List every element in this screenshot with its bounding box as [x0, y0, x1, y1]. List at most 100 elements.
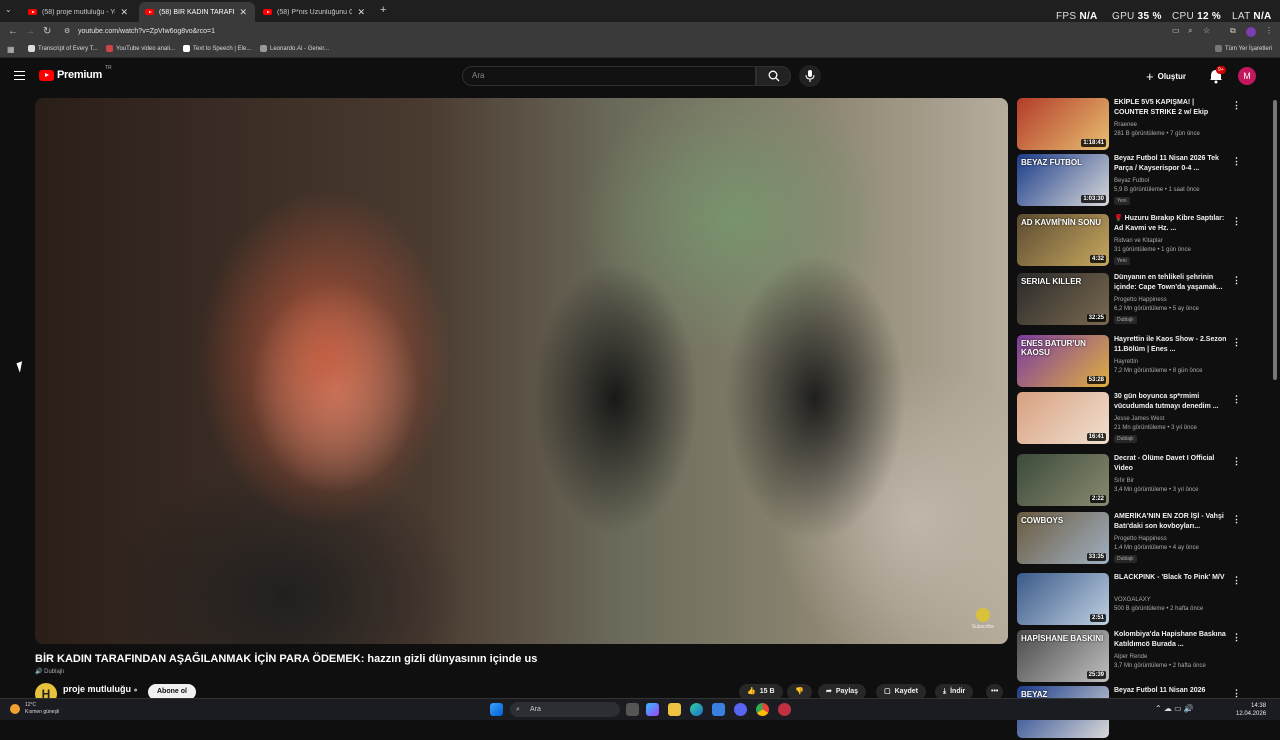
recommended-channel[interactable]: Rraenee: [1114, 122, 1137, 128]
all-bookmarks[interactable]: Tüm Yer İşaretleri: [1215, 45, 1272, 52]
task-view-icon[interactable]: [626, 703, 639, 716]
video-player[interactable]: Subscribe: [35, 98, 1008, 644]
channel-name[interactable]: proje mutluluğu ●: [63, 684, 138, 694]
taskbar-clock[interactable]: 14:38 12.04.2026: [1236, 702, 1266, 718]
store-icon[interactable]: [712, 703, 725, 716]
recommended-video[interactable]: 2:22 Decrat - Ölüme Davet I Official Vide…: [1017, 454, 1242, 508]
bookmark-item[interactable]: Text to Speech | Ele...: [183, 45, 251, 52]
video-thumbnail[interactable]: SERIAL KILLER 32:25: [1017, 273, 1109, 325]
recommended-title[interactable]: Beyaz Futbol 11 Nisan 2026: [1114, 686, 1228, 696]
recommended-channel[interactable]: Progetto Happiness: [1114, 536, 1167, 542]
browser-tab-1[interactable]: (58) proje mutluluğu - YouTube ✕: [22, 2, 136, 22]
recommended-channel[interactable]: Beyaz Futbol: [1114, 178, 1149, 184]
file-explorer-icon[interactable]: [668, 703, 681, 716]
extensions-icon[interactable]: ⧉: [1230, 26, 1236, 36]
weather-widget[interactable]: 12°C Kısmen güneşli: [10, 702, 59, 716]
bookmark-star-icon[interactable]: ☆: [1203, 26, 1210, 35]
more-options-icon[interactable]: ⋮: [1232, 275, 1241, 286]
subscribe-watermark[interactable]: Subscribe: [972, 608, 994, 630]
recommended-title[interactable]: Decrat - Ölüme Davet I Official Video: [1114, 454, 1228, 474]
voice-search-button[interactable]: [799, 65, 821, 87]
profile-icon[interactable]: [1246, 27, 1256, 37]
copilot-icon[interactable]: [646, 703, 659, 716]
browser-tab-2[interactable]: (58) BİR KADIN TARAFINDAN A ✕: [139, 2, 255, 22]
video-thumbnail[interactable]: 16:41: [1017, 392, 1109, 444]
more-options-icon[interactable]: ⋮: [1232, 100, 1241, 111]
more-options-icon[interactable]: ⋮: [1232, 337, 1241, 348]
more-options-icon[interactable]: ⋮: [1232, 156, 1241, 167]
recommended-title[interactable]: AMERİKA'NIN EN ZOR İŞİ - Vahşi Batı'daki…: [1114, 512, 1228, 532]
recommended-title[interactable]: Dünyanın en tehlikeli şehrinin içinde: C…: [1114, 273, 1228, 293]
recommended-video[interactable]: BEYAZ FUTBOL 1:03:30 Beyaz Futbol 11 Nisan…: [1017, 154, 1242, 208]
account-avatar[interactable]: M: [1238, 67, 1256, 85]
recommended-video[interactable]: 16:41 30 gün boyunca sp*rmimi vücudumda t…: [1017, 392, 1242, 446]
install-icon[interactable]: ▭: [1172, 26, 1180, 35]
taskbar-search[interactable]: ⌕ Ara: [510, 702, 620, 717]
close-tab-icon[interactable]: ✕: [239, 7, 247, 18]
create-button[interactable]: + Oluştur: [1146, 67, 1186, 85]
more-options-icon[interactable]: ⋮: [1232, 632, 1241, 643]
recommended-channel[interactable]: Progetto Happiness: [1114, 297, 1167, 303]
site-info-icon[interactable]: ⚙: [64, 25, 70, 39]
recommended-video[interactable]: HAPİSHANE BASKINI 25:39 Kolombiya'da Hapis…: [1017, 630, 1242, 684]
recommended-title[interactable]: Hayrettin ile Kaos Show - 2.Sezon 11.Böl…: [1114, 335, 1228, 355]
recommended-channel[interactable]: Sıfır Bir: [1114, 478, 1134, 484]
edge-icon[interactable]: [690, 703, 703, 716]
system-tray-icons[interactable]: ⌃ ☁ ▭ 🔊: [1155, 704, 1194, 713]
recommended-title[interactable]: 🌹 Huzuru Bırakıp Kibre Saptılar: Ad Kavm…: [1114, 214, 1228, 234]
recommended-video[interactable]: 1:18:41 EKİPLE 5V5 KAPIŞMA! | COUNTER STR…: [1017, 98, 1242, 152]
app-icon[interactable]: [778, 703, 791, 716]
bookmark-item[interactable]: Leonardo.Ai - Gener...: [260, 45, 329, 52]
chrome-icon[interactable]: [756, 703, 769, 716]
close-tab-icon[interactable]: ✕: [357, 7, 365, 18]
more-options-icon[interactable]: ⋮: [1232, 394, 1241, 405]
reload-icon[interactable]: ↻: [43, 26, 51, 37]
recommended-title[interactable]: EKİPLE 5V5 KAPIŞMA! | COUNTER STRIKE 2 w…: [1114, 98, 1228, 118]
recommended-channel[interactable]: Hayrettin: [1114, 359, 1138, 365]
recommended-title[interactable]: Beyaz Futbol 11 Nisan 2026 Tek Parça / K…: [1114, 154, 1228, 174]
video-thumbnail[interactable]: 2:22: [1017, 454, 1109, 506]
bookmark-item[interactable]: Transcript of Every T...: [28, 45, 98, 52]
search-input[interactable]: Ara: [462, 66, 756, 86]
youtube-premium-logo[interactable]: Premium TR: [39, 65, 112, 81]
recommended-channel[interactable]: VOXGALAXY: [1114, 597, 1151, 603]
browser-tab-3[interactable]: (58) P*nis Uzunluğunu GERÇEK ✕: [257, 2, 373, 22]
recommended-video[interactable]: AD KAVMİ'NİN SONU 4:32 🌹 Huzuru Bırakıp Ki…: [1017, 214, 1242, 268]
video-thumbnail[interactable]: HAPİSHANE BASKINI 25:39: [1017, 630, 1109, 682]
recommended-title[interactable]: Kolombiya'da Hapishane Baskına Katıldımc…: [1114, 630, 1228, 650]
close-tab-icon[interactable]: ✕: [120, 7, 128, 18]
page-scrollbar[interactable]: [1273, 100, 1277, 380]
recommended-video[interactable]: COWBOYS 33:35 AMERİKA'NIN EN ZOR İŞİ - Vah…: [1017, 512, 1242, 566]
apps-grid-icon[interactable]: ▦: [7, 45, 15, 54]
video-thumbnail[interactable]: BEYAZ FUTBOL 1:03:30: [1017, 154, 1109, 206]
video-thumbnail[interactable]: ENES BATUR'UN KAOSU 53:28: [1017, 335, 1109, 387]
forward-icon[interactable]: →: [25, 26, 35, 37]
recommended-video[interactable]: 2:51 BLACKPINK - 'Black To Pink' M/V VOXGA…: [1017, 573, 1242, 627]
hamburger-menu-icon[interactable]: [14, 71, 25, 80]
discord-icon[interactable]: [734, 703, 747, 716]
video-thumbnail[interactable]: COWBOYS 33:35: [1017, 512, 1109, 564]
recommended-channel[interactable]: Alper Rende: [1114, 654, 1147, 660]
recommended-channel[interactable]: Jesse James West: [1114, 416, 1164, 422]
zoom-icon[interactable]: ⌕: [1188, 26, 1192, 36]
video-thumbnail[interactable]: AD KAVMİ'NİN SONU 4:32: [1017, 214, 1109, 266]
recommended-title[interactable]: 30 gün boyunca sp*rmimi vücudumda tutmay…: [1114, 392, 1228, 412]
menu-dots-icon[interactable]: ⋮: [1265, 26, 1273, 35]
video-thumbnail[interactable]: 2:51: [1017, 573, 1109, 625]
more-options-icon[interactable]: ⋮: [1232, 216, 1241, 227]
windows-start-icon[interactable]: [490, 703, 503, 716]
new-tab-icon[interactable]: +: [380, 4, 386, 16]
url-field[interactable]: ⚙ youtube.com/watch?v=ZpVIw6og8vo&rco=1: [60, 25, 1160, 39]
bookmark-item[interactable]: YouTube video anali...: [106, 45, 175, 52]
more-options-icon[interactable]: ⋮: [1232, 514, 1241, 525]
recommended-video[interactable]: ENES BATUR'UN KAOSU 53:28 Hayrettin ile Ka…: [1017, 335, 1242, 389]
more-options-icon[interactable]: ⋮: [1232, 575, 1241, 586]
tab-list-icon[interactable]: ⌄: [5, 5, 12, 14]
recommended-video[interactable]: SERIAL KILLER 32:25 Dünyanın en tehlikeli …: [1017, 273, 1242, 327]
more-options-icon[interactable]: ⋮: [1232, 456, 1241, 467]
video-thumbnail[interactable]: 1:18:41: [1017, 98, 1109, 150]
search-button[interactable]: [756, 66, 791, 86]
recommended-title[interactable]: BLACKPINK - 'Black To Pink' M/V: [1114, 573, 1228, 583]
recommended-channel[interactable]: Ridvan ve Kitaplar: [1114, 238, 1163, 244]
back-icon[interactable]: ←: [8, 26, 18, 37]
